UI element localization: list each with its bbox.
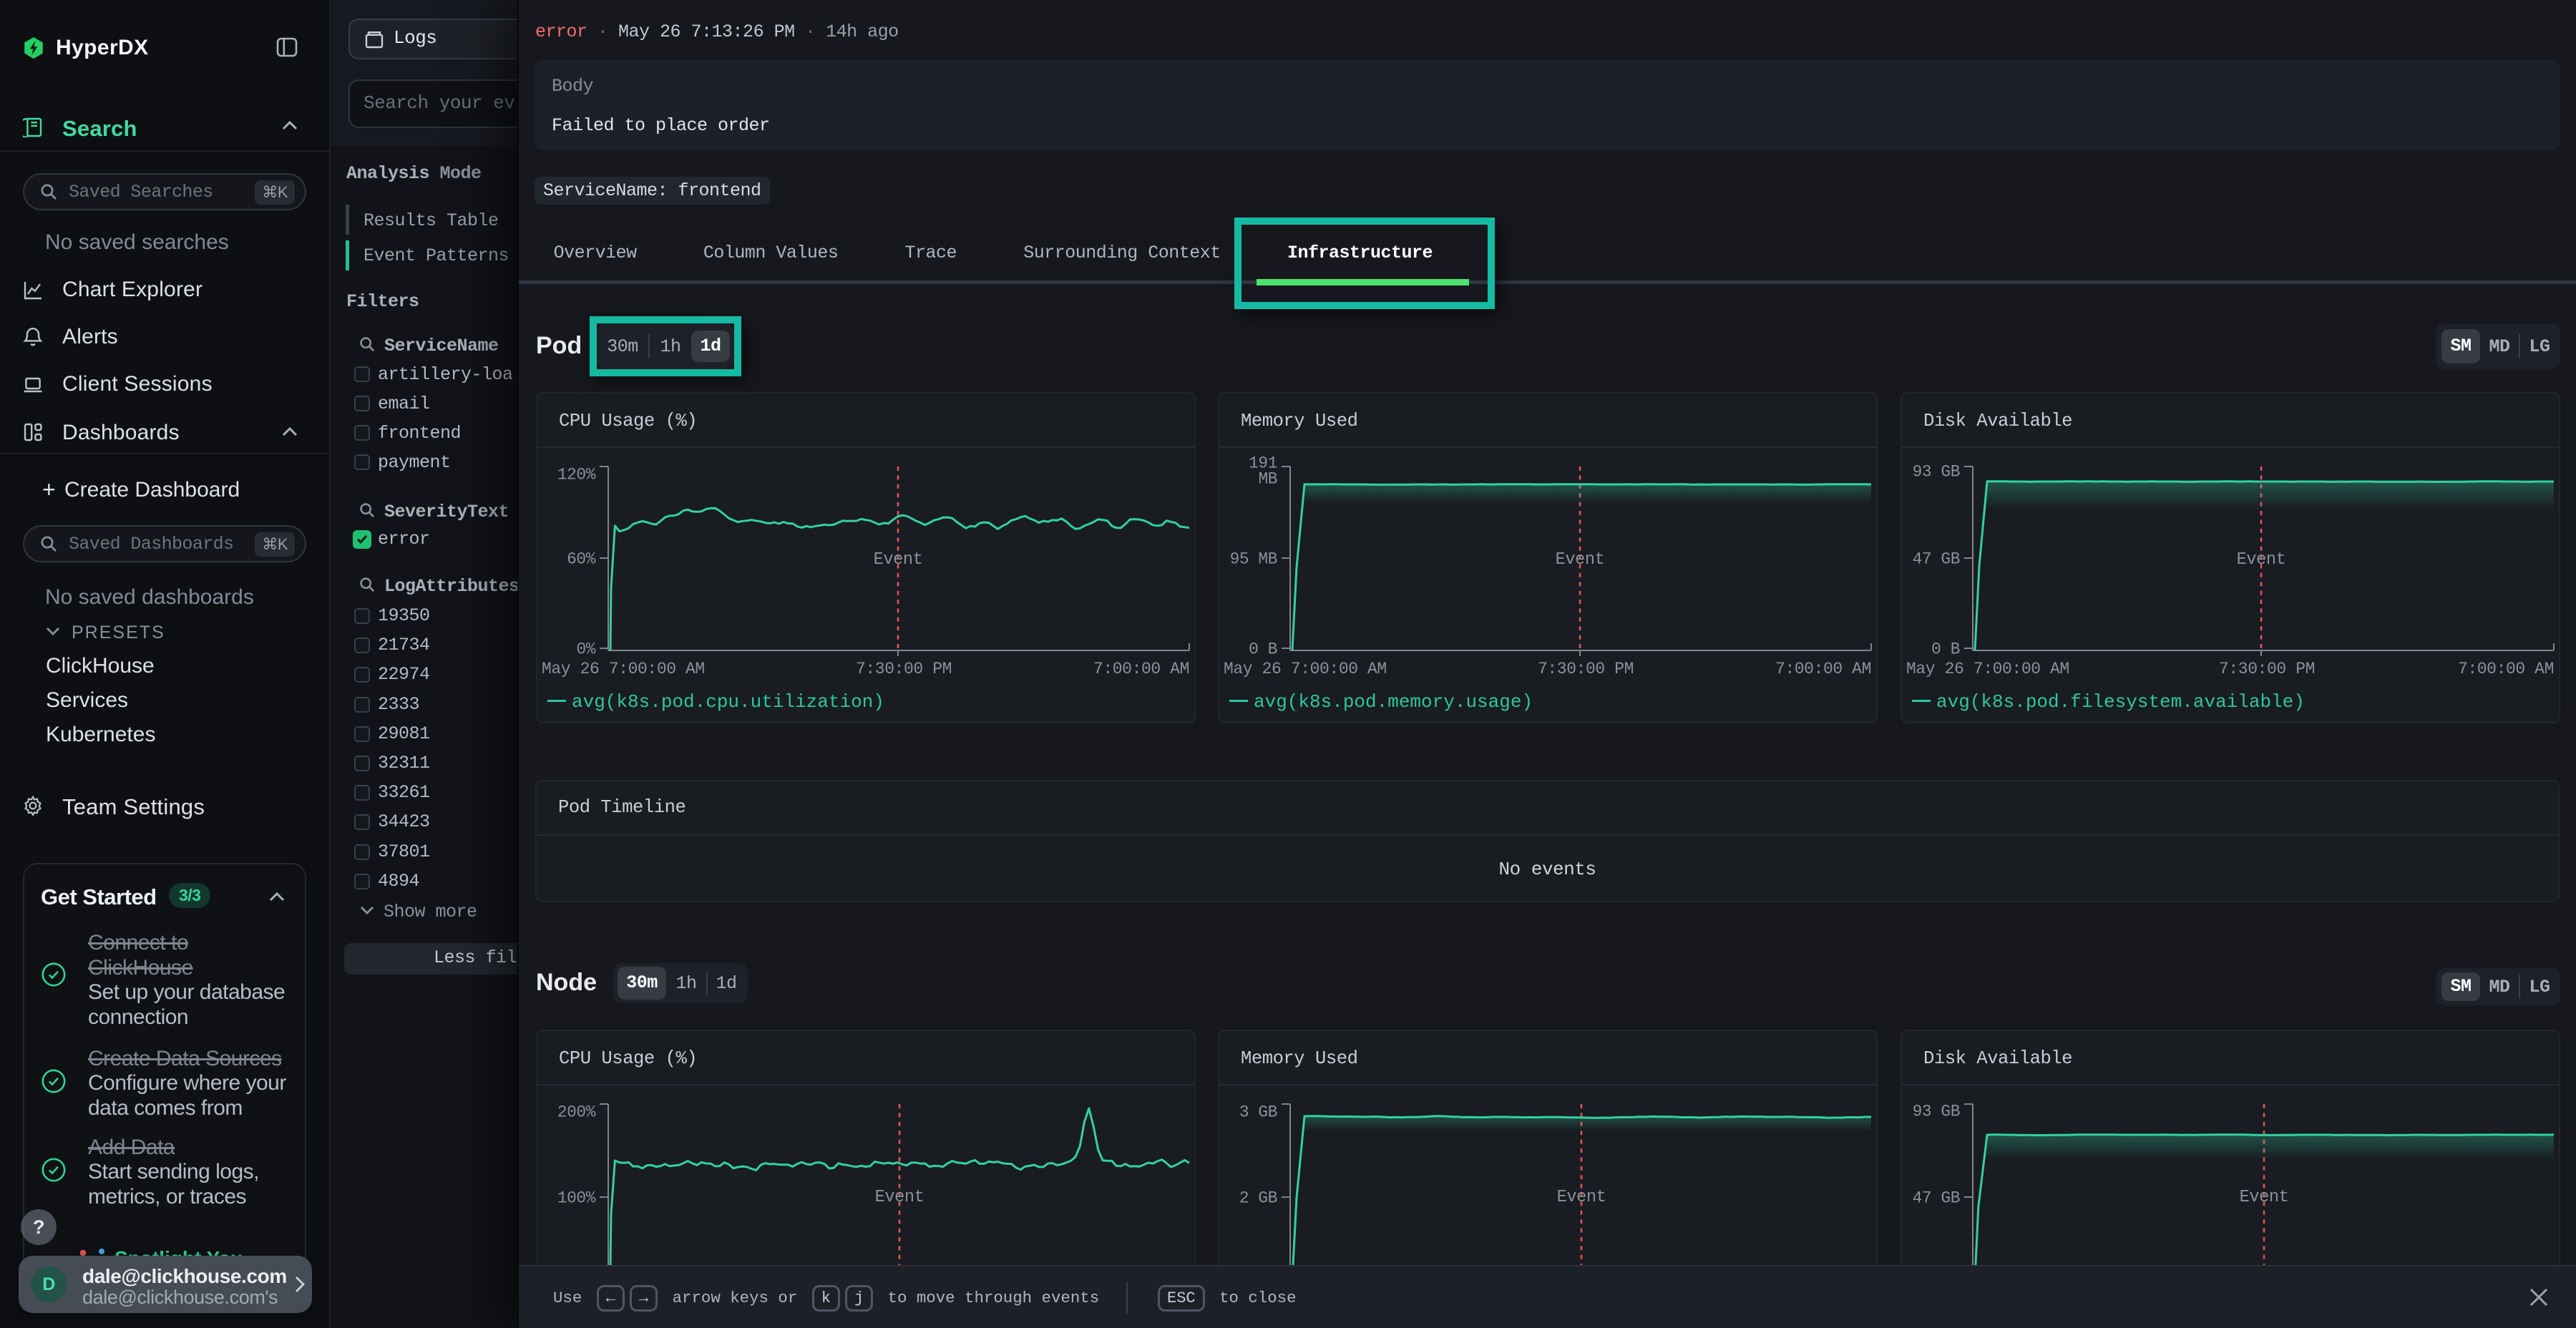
svg-text:0 B: 0 B: [1249, 640, 1277, 659]
svg-text:47 GB: 47 GB: [1913, 1189, 1960, 1208]
svg-text:7:00:00 AM: 7:00:00 AM: [1093, 660, 1189, 678]
svg-text:Event: Event: [1556, 550, 1605, 570]
svg-text:95 MB: 95 MB: [1230, 550, 1277, 569]
svg-text:Event: Event: [2240, 1188, 2289, 1207]
svg-text:May 26 7:00:00 AM: May 26 7:00:00 AM: [1906, 660, 2069, 678]
svg-text:May 26 7:00:00 AM: May 26 7:00:00 AM: [542, 660, 705, 678]
svg-text:May 26 7:00:00 AM: May 26 7:00:00 AM: [1224, 660, 1387, 678]
svg-text:93 GB: 93 GB: [1913, 463, 1960, 482]
svg-text:2 GB: 2 GB: [1239, 1189, 1277, 1208]
svg-text:60%: 60%: [567, 550, 596, 569]
svg-text:47 GB: 47 GB: [1913, 550, 1960, 569]
svg-text:7:00:00 AM: 7:00:00 AM: [1775, 660, 1871, 678]
svg-text:200%: 200%: [557, 1103, 596, 1122]
svg-text:93 GB: 93 GB: [1913, 1103, 1960, 1121]
svg-text:Event: Event: [875, 1188, 924, 1207]
svg-text:100%: 100%: [557, 1189, 596, 1208]
svg-text:Event: Event: [1557, 1188, 1606, 1207]
svg-text:7:30:00 PM: 7:30:00 PM: [1538, 660, 1634, 678]
svg-text:MB: MB: [1258, 470, 1277, 489]
svg-text:7:30:00 PM: 7:30:00 PM: [2219, 660, 2315, 678]
svg-text:0 B: 0 B: [1931, 640, 1960, 659]
svg-text:0%: 0%: [576, 640, 595, 659]
svg-text:Event: Event: [874, 550, 923, 570]
svg-text:7:00:00 AM: 7:00:00 AM: [2458, 660, 2554, 678]
svg-text:3 GB: 3 GB: [1239, 1103, 1277, 1122]
svg-text:120%: 120%: [557, 466, 596, 484]
svg-text:7:30:00 PM: 7:30:00 PM: [856, 660, 952, 678]
svg-text:Event: Event: [2237, 550, 2286, 570]
